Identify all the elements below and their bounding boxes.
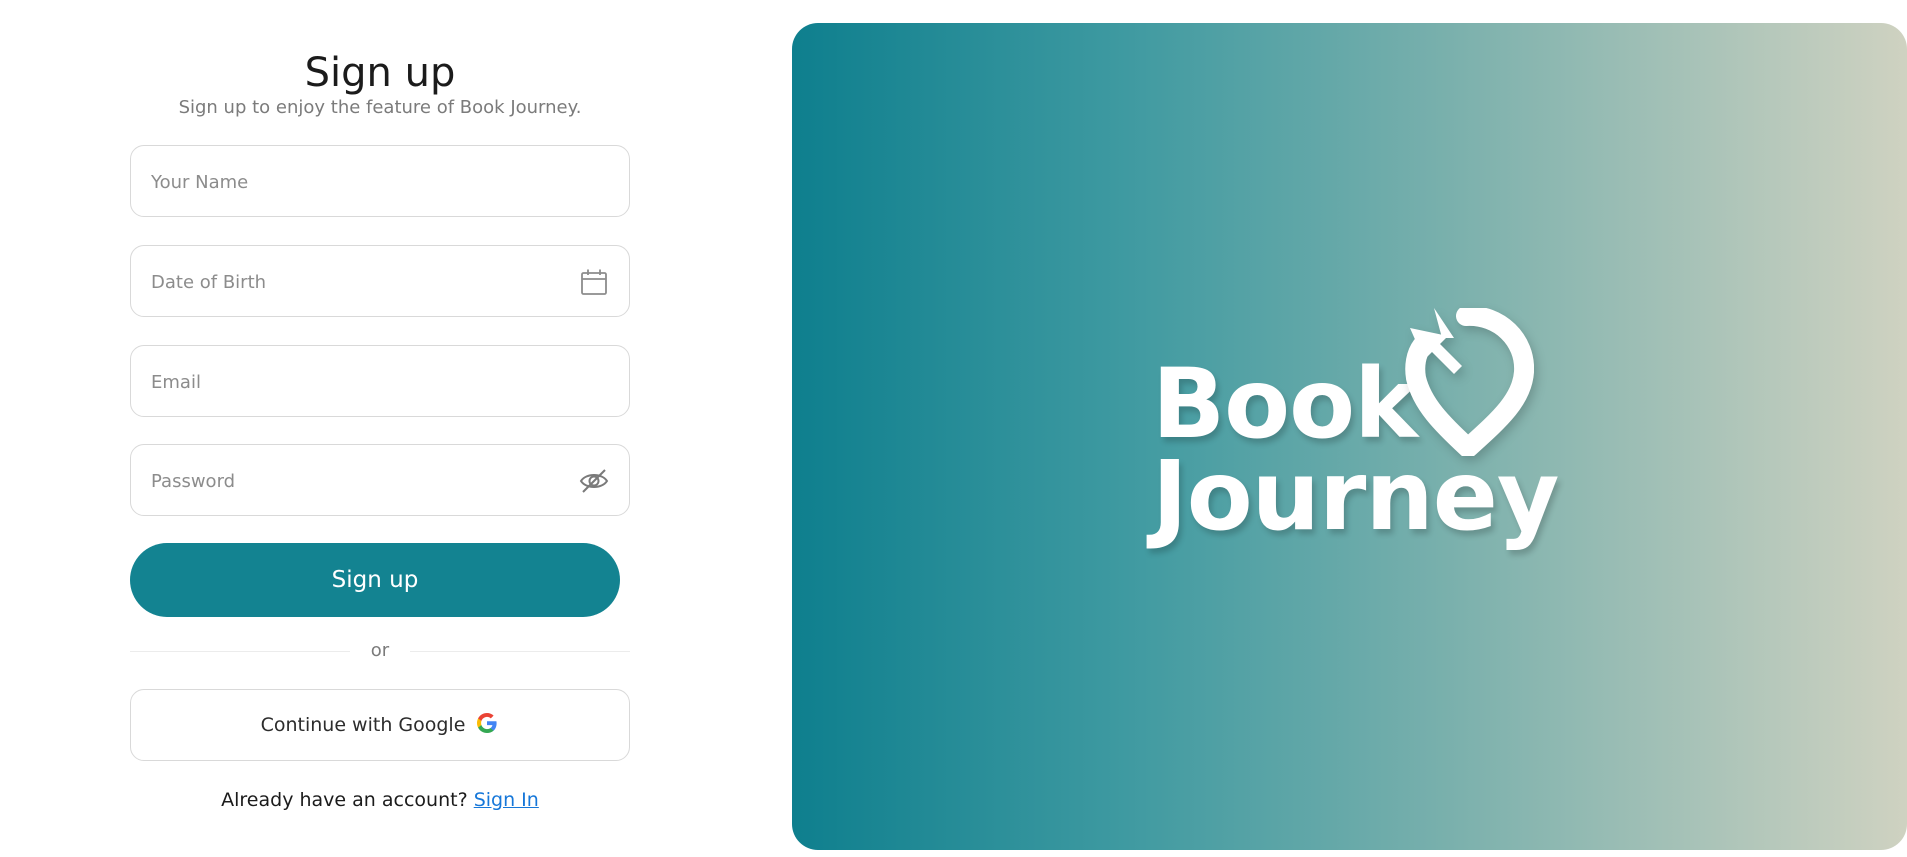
google-button-label: Continue with Google [260,714,466,736]
dob-field[interactable] [130,245,630,318]
google-g-icon [475,711,499,740]
eye-off-icon[interactable] [579,466,609,496]
page-title: Sign up [304,50,456,96]
name-input[interactable] [149,146,553,218]
email-field[interactable] [130,345,630,418]
page-subtitle: Sign up to enjoy the feature of Book Jou… [178,97,582,118]
or-divider: or [130,640,630,662]
location-pin-arrow-icon [1405,308,1534,456]
signup-button[interactable]: Sign up [130,543,620,617]
password-input[interactable] [149,445,553,517]
dob-input[interactable] [149,246,553,318]
google-signin-button[interactable]: Continue with Google [130,689,630,761]
password-field[interactable] [130,444,630,517]
signin-prompt: Already have an account? [221,789,468,811]
name-field[interactable] [130,145,630,218]
signup-panel: Sign up Sign up to enjoy the feature of … [0,0,760,857]
signin-row: Already have an account? Sign In [130,787,630,813]
brand-line2: Journey [1152,440,1559,552]
brand-panel: Book Journey [792,23,1907,850]
divider-line-right [410,651,630,652]
signin-link[interactable]: Sign In [474,789,539,811]
calendar-icon[interactable] [579,267,609,297]
email-input[interactable] [149,346,553,418]
